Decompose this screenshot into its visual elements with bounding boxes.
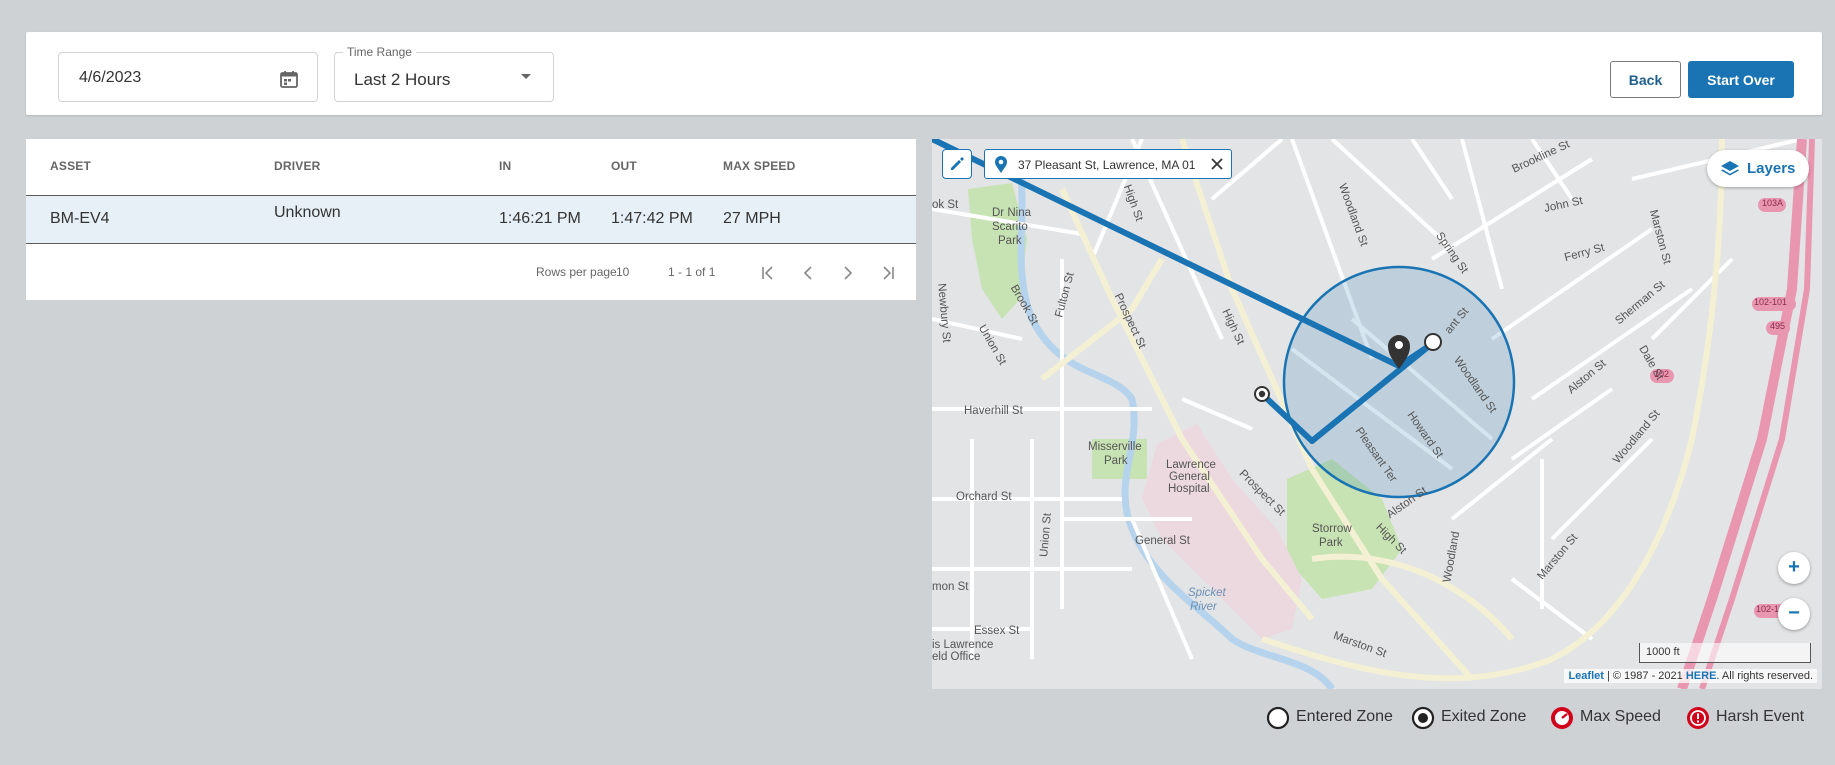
map-label: Hospital (1168, 483, 1210, 495)
column-header-out[interactable]: OUT (611, 159, 637, 173)
column-header-max-speed[interactable]: MAX SPEED (723, 159, 795, 173)
cell-driver: Unknown (274, 204, 341, 221)
legend-label: Harsh Event (1716, 708, 1805, 725)
close-icon[interactable] (1209, 156, 1225, 172)
map-label: General (1169, 471, 1210, 483)
legend-label: Max Speed (1580, 708, 1661, 725)
filter-panel: 4/6/2023 Time Range Last 2 Hours Back St… (26, 32, 1822, 115)
first-page-icon[interactable] (758, 263, 778, 283)
map-label: Misserville (1088, 441, 1142, 453)
start-over-button[interactable]: Start Over (1688, 61, 1794, 98)
map-label: Lawrence (1166, 459, 1216, 471)
cell-asset: BM-EV4 (50, 210, 110, 227)
speedometer-icon (1551, 707, 1573, 729)
date-picker[interactable]: 4/6/2023 (58, 52, 318, 102)
location-pin-icon (995, 156, 1007, 173)
table-header: ASSET DRIVER IN OUT MAX SPEED (26, 139, 916, 196)
attribution-end: . All rights reserved. (1716, 670, 1813, 682)
zoom-out-button[interactable]: − (1778, 598, 1810, 630)
prev-page-icon[interactable] (798, 263, 818, 283)
layers-label: Layers (1747, 160, 1796, 177)
map-label: ok St (932, 199, 959, 211)
map-label: River (1190, 601, 1217, 613)
map-label: Park (1104, 455, 1128, 467)
map-label: Essex St (974, 625, 1020, 637)
here-link[interactable]: HERE (1686, 670, 1717, 682)
back-button[interactable]: Back (1610, 61, 1681, 98)
map-view[interactable]: Dr Nina Scarito Park Misserville Park La… (932, 139, 1822, 689)
date-value: 4/6/2023 (79, 69, 142, 86)
map-label: Spicket (1188, 587, 1226, 599)
layers-icon (1721, 161, 1739, 176)
map-label: Park (1319, 537, 1343, 549)
rows-per-page-label: Rows per page (536, 265, 617, 279)
exited-zone-icon (1411, 706, 1435, 730)
pencil-icon (951, 157, 964, 170)
map-label: Haverhill St (964, 405, 1023, 417)
last-page-icon[interactable] (878, 263, 898, 283)
route-shield: 102-101 (1754, 297, 1788, 307)
route-shield: 102 (1654, 369, 1670, 379)
map-label: Storrow (1312, 523, 1352, 535)
pagination-range: 1 - 1 of 1 (668, 265, 716, 279)
map-label: Dr Nina (992, 207, 1031, 219)
map-label: mon St (932, 581, 969, 593)
route-shield: 103A (1762, 198, 1784, 208)
alert-icon (1687, 707, 1709, 729)
layers-button[interactable]: Layers (1707, 150, 1809, 187)
map-label: eld Office (932, 651, 981, 663)
time-range-select[interactable]: Time Range Last 2 Hours (334, 45, 554, 102)
time-range-label: Time Range (343, 45, 416, 59)
map-label: Scarito (992, 221, 1028, 233)
column-header-driver[interactable]: DRIVER (274, 159, 321, 173)
attribution-text: | © 1987 - 2021 (1606, 670, 1683, 682)
legend-label: Entered Zone (1296, 708, 1393, 725)
rows-per-page-select[interactable]: 10 (616, 265, 629, 279)
edit-zone-button[interactable] (942, 149, 972, 179)
table-row[interactable]: BM-EV4 Unknown 1:46:21 PM 1:47:42 PM 27 … (26, 196, 916, 244)
map-label: Park (998, 235, 1022, 247)
column-header-in[interactable]: IN (499, 159, 511, 173)
address-value: 37 Pleasant St, Lawrence, MA 01 (1018, 158, 1196, 172)
map-scale: 1000 ft (1639, 643, 1811, 663)
cell-max-speed: 27 MPH (723, 210, 781, 227)
address-search-box[interactable]: 37 Pleasant St, Lawrence, MA 01 (984, 149, 1232, 179)
zoom-in-button[interactable]: + (1778, 552, 1810, 584)
map-tiles (932, 139, 1822, 689)
column-header-asset[interactable]: ASSET (50, 159, 91, 173)
map-label: is Lawrence (932, 639, 994, 651)
entered-zone-icon (1266, 706, 1290, 730)
leaflet-link[interactable]: Leaflet (1568, 670, 1603, 682)
next-page-icon[interactable] (838, 263, 858, 283)
legend-label: Exited Zone (1441, 708, 1527, 725)
map-label: Orchard St (956, 491, 1012, 503)
route-shield: 495 (1770, 321, 1786, 331)
results-table: ASSET DRIVER IN OUT MAX SPEED BM-EV4 Unk… (26, 139, 916, 300)
calendar-icon[interactable] (279, 69, 299, 89)
cell-out: 1:47:42 PM (611, 210, 693, 227)
map-attribution: Leaflet | © 1987 - 2021 HERE. All rights… (1564, 669, 1817, 683)
map-label: General St (1135, 535, 1190, 547)
time-range-value: Last 2 Hours (354, 70, 451, 89)
cell-in: 1:46:21 PM (499, 210, 581, 227)
chevron-down-icon[interactable] (521, 74, 531, 79)
